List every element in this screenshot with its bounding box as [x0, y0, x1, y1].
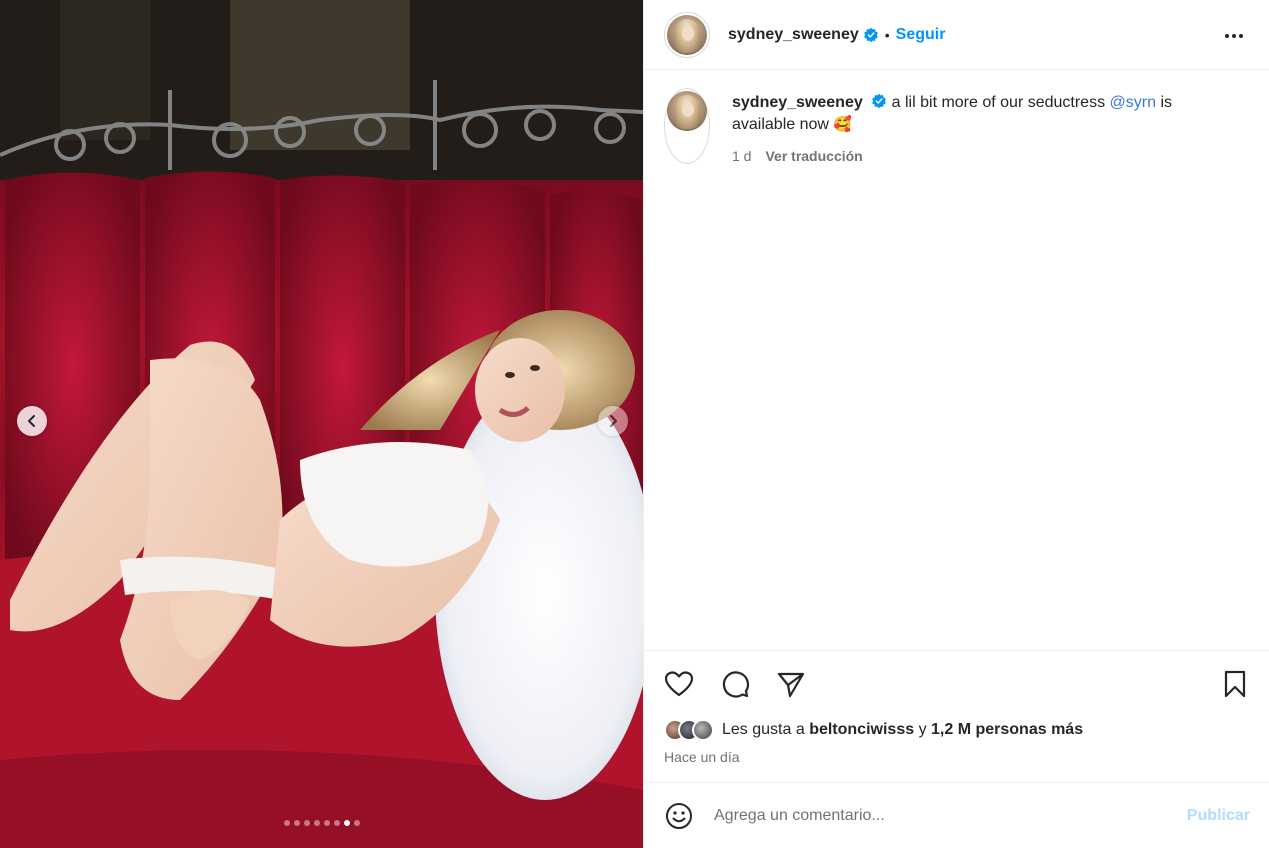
- post-actions: Les gusta a beltonciwisss y 1,2 M person…: [644, 650, 1269, 782]
- carousel-dot: [293, 820, 300, 826]
- comment-input[interactable]: [714, 806, 1187, 825]
- avatar: [667, 91, 707, 131]
- caption-meta: 1 d Ver traducción: [732, 148, 1232, 164]
- post-age[interactable]: 1 d: [732, 148, 751, 164]
- carousel-prev-button[interactable]: [17, 406, 47, 436]
- post-header: sydney_sweeney • Seguir: [644, 0, 1269, 70]
- caption-text-start: a lil bit more of our seductress: [891, 94, 1106, 111]
- publish-button[interactable]: Publicar: [1187, 807, 1250, 825]
- caption-avatar-ring[interactable]: [664, 88, 710, 164]
- smiling-hearts-emoji: 🥰: [833, 116, 853, 133]
- author-username[interactable]: sydney_sweeney: [728, 26, 859, 44]
- post-details-panel: sydney_sweeney • Seguir sydney_sweeney a…: [643, 0, 1269, 848]
- comment-bar: Publicar: [644, 782, 1269, 848]
- save-button[interactable]: [1220, 669, 1250, 704]
- carousel-indicator: [0, 820, 643, 826]
- carousel-dot: [333, 820, 340, 826]
- carousel-dot: [323, 820, 330, 826]
- carousel-dot: [303, 820, 310, 826]
- verified-badge-icon: [863, 27, 878, 42]
- comment-icon[interactable]: [720, 669, 750, 699]
- liker-avatars[interactable]: [664, 719, 714, 741]
- translate-button[interactable]: Ver traducción: [765, 148, 862, 164]
- carousel-dot: [353, 820, 360, 826]
- post-caption: sydney_sweeney a lil bit more of our sed…: [664, 88, 1254, 164]
- first-liker-link[interactable]: beltonciwisss: [809, 721, 914, 739]
- verified-badge-icon: [872, 93, 887, 109]
- avatar: [667, 14, 707, 55]
- caption-text: sydney_sweeney a lil bit more of our sed…: [732, 92, 1232, 136]
- share-icon[interactable]: [776, 669, 806, 699]
- heart-icon[interactable]: [664, 669, 694, 699]
- carousel-next-button[interactable]: [598, 406, 628, 436]
- likes-summary: Les gusta a beltonciwisss y 1,2 M person…: [664, 719, 1083, 741]
- carousel-dot: [283, 820, 290, 826]
- follow-button[interactable]: Seguir: [896, 26, 946, 44]
- post-photo: [0, 0, 643, 848]
- caption-username[interactable]: sydney_sweeney: [732, 94, 863, 111]
- more-options-icon[interactable]: [1222, 24, 1246, 48]
- caption-mention-link[interactable]: @syrn: [1110, 94, 1156, 111]
- likes-count-link[interactable]: 1,2 M personas más: [931, 721, 1083, 739]
- author-avatar-ring[interactable]: [664, 11, 710, 58]
- chevron-right-icon: [610, 415, 617, 427]
- likes-connector: y: [918, 721, 927, 738]
- emoji-icon[interactable]: [664, 801, 694, 831]
- carousel-dot: [313, 820, 320, 826]
- post-timestamp[interactable]: Hace un día: [664, 749, 740, 765]
- header-separator: •: [884, 26, 890, 43]
- bookmark-icon: [1224, 670, 1246, 698]
- post-media[interactable]: [0, 0, 643, 848]
- carousel-dot: [343, 820, 350, 826]
- likes-prefix: Les gusta a: [722, 721, 805, 738]
- chevron-left-icon: [28, 415, 35, 427]
